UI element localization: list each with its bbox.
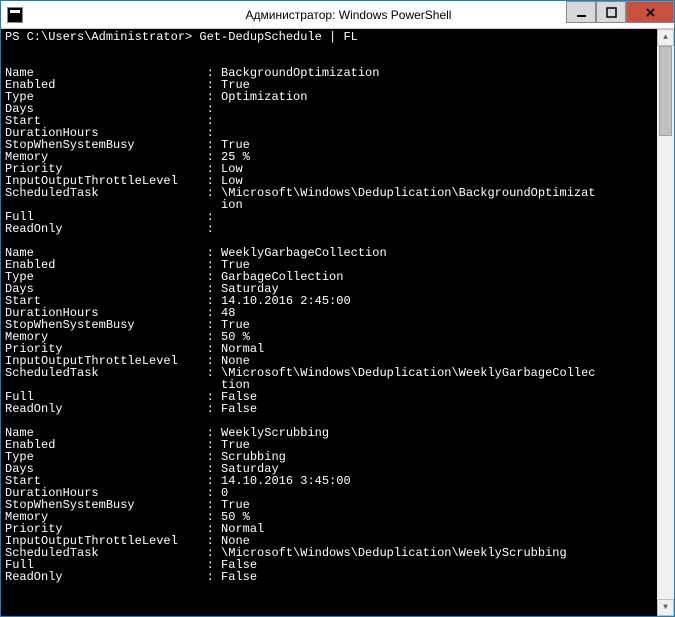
console-output[interactable]: PS C:\Users\Administrator> Get-DedupSche… [1,29,674,616]
maximize-icon [606,7,617,18]
minimize-button[interactable] [566,1,596,23]
scrollbar-track[interactable] [657,46,674,599]
scroll-down-button[interactable]: ▼ [657,599,674,616]
scroll-up-button[interactable]: ▲ [657,29,674,46]
titlebar[interactable]: Администратор: Windows PowerShell [1,1,674,29]
close-button[interactable] [626,1,674,23]
console-area: PS C:\Users\Administrator> Get-DedupSche… [1,29,674,616]
close-icon [645,7,656,18]
scrollbar-thumb[interactable] [659,46,672,136]
maximize-button[interactable] [596,1,626,23]
minimize-icon [576,7,587,18]
app-icon [7,7,23,23]
vertical-scrollbar[interactable]: ▲ ▼ [657,29,674,616]
powershell-window: Администратор: Windows PowerShell PS C:\… [0,0,675,617]
window-controls [566,1,674,23]
